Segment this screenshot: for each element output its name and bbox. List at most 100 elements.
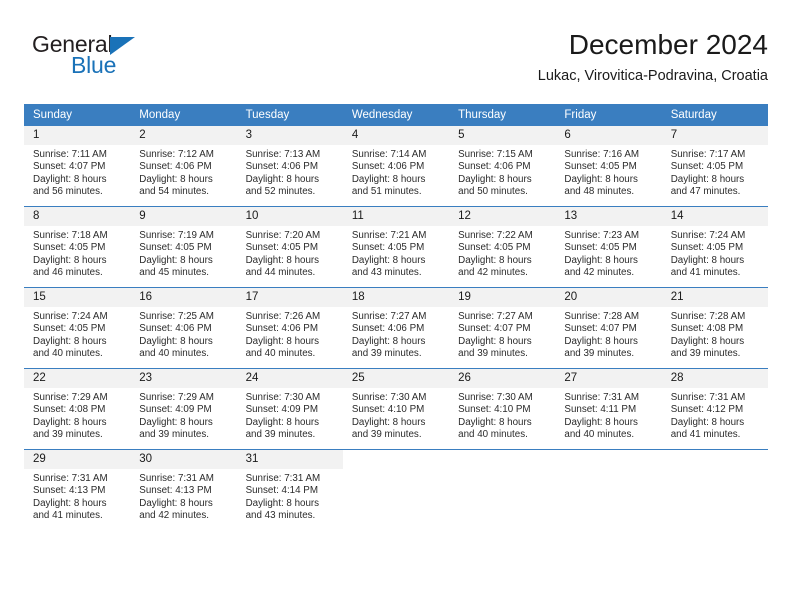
calendar-day-cell[interactable]: 21 Sunrise: 7:28 AM Sunset: 4:08 PM Dayligh… [661,287,768,369]
sunrise-text: Sunrise: 7:27 AM [458,311,533,322]
day-details: Sunrise: 7:31 AM Sunset: 4:13 PM Daylight:… [130,469,236,522]
sunset-text: Sunset: 4:08 PM [670,323,744,335]
calendar-day-cell[interactable]: 30 Sunrise: 7:31 AM Sunset: 4:13 PM Dayligh… [130,449,237,530]
weekday-header-saturday: Saturday [661,104,768,126]
daylight-text-line2: and 42 minutes. [139,509,209,521]
calendar-day-cell[interactable]: 22 Sunrise: 7:29 AM Sunset: 4:08 PM Dayligh… [24,368,131,450]
sunrise-text: Sunrise: 7:23 AM [564,230,640,241]
calendar-day-cell[interactable]: 14 Sunrise: 7:24 AM Sunset: 4:05 PM Dayligh… [661,206,768,288]
calendar-empty-cell [449,449,556,530]
sunset-text: Sunset: 4:09 PM [139,404,212,416]
calendar-day-cell[interactable]: 18 Sunrise: 7:27 AM Sunset: 4:06 PM Dayligh… [342,287,450,369]
sunset-text: Sunset: 4:11 PM [564,404,637,416]
day-number: 16 [130,288,237,307]
sunset-text: Sunset: 4:06 PM [245,161,318,173]
calendar-day-cell[interactable]: 19 Sunrise: 7:27 AM Sunset: 4:07 PM Dayligh… [449,287,556,369]
daylight-text-line1: Daylight: 8 hours [139,173,213,185]
daylight-text-line2: and 40 minutes. [33,347,103,359]
day-details: Sunrise: 7:30 AM Sunset: 4:09 PM Daylight:… [237,388,343,441]
daylight-text-line2: and 50 minutes. [458,185,528,197]
calendar-day-cell[interactable]: 6 Sunrise: 7:16 AM Sunset: 4:05 PM Daylight… [555,126,662,207]
calendar-day-cell[interactable]: 1 Sunrise: 7:11 AM Sunset: 4:07 PM Daylight… [24,126,131,207]
daylight-text-line2: and 39 minutes. [245,428,316,440]
day-number: 14 [661,207,768,226]
calendar-day-cell[interactable]: 26 Sunrise: 7:30 AM Sunset: 4:10 PM Dayligh… [449,368,556,450]
day-number: 25 [342,369,450,388]
day-details: Sunrise: 7:18 AM Sunset: 4:05 PM Daylight:… [24,226,130,279]
daylight-text-line1: Daylight: 8 hours [351,416,426,428]
calendar-day-cell[interactable]: 16 Sunrise: 7:25 AM Sunset: 4:06 PM Dayligh… [130,287,237,369]
daylight-text-line1: Daylight: 8 hours [670,254,745,266]
calendar-day-cell[interactable]: 31 Sunrise: 7:31 AM Sunset: 4:14 PM Dayligh… [236,449,343,530]
calendar-week-row: 1 Sunrise: 7:11 AM Sunset: 4:07 PM Daylight… [24,126,768,207]
daylight-text-line2: and 41 minutes. [670,428,741,440]
calendar-day-cell[interactable]: 12 Sunrise: 7:22 AM Sunset: 4:05 PM Dayligh… [449,206,556,288]
day-number: 8 [24,207,131,226]
daylight-text-line2: and 39 minutes. [564,347,635,359]
day-number: 11 [342,207,450,226]
daylight-text-line1: Daylight: 8 hours [564,335,638,347]
calendar-day-cell[interactable]: 27 Sunrise: 7:31 AM Sunset: 4:11 PM Dayligh… [555,368,662,450]
daylight-text-line1: Daylight: 8 hours [33,173,107,185]
sunrise-text: Sunrise: 7:31 AM [564,392,640,403]
day-details: Sunrise: 7:31 AM Sunset: 4:14 PM Daylight:… [237,469,343,522]
sunset-text: Sunset: 4:12 PM [670,404,744,416]
daylight-text-line2: and 39 minutes. [33,428,103,440]
calendar-day-cell[interactable]: 23 Sunrise: 7:29 AM Sunset: 4:09 PM Dayligh… [130,368,237,450]
calendar-day-cell[interactable]: 15 Sunrise: 7:24 AM Sunset: 4:05 PM Dayligh… [24,287,131,369]
daylight-text-line2: and 54 minutes. [139,185,209,197]
daylight-text-line1: Daylight: 8 hours [670,335,745,347]
calendar-day-cell[interactable]: 17 Sunrise: 7:26 AM Sunset: 4:06 PM Dayligh… [236,287,343,369]
calendar-day-cell[interactable]: 2 Sunrise: 7:12 AM Sunset: 4:06 PM Daylight… [130,126,237,207]
calendar-day-cell[interactable]: 10 Sunrise: 7:20 AM Sunset: 4:05 PM Dayligh… [236,206,343,288]
day-details: Sunrise: 7:30 AM Sunset: 4:10 PM Daylight:… [343,388,449,441]
weekday-header-tuesday: Tuesday [236,104,343,126]
daylight-text-line2: and 40 minutes. [245,347,316,359]
daylight-text-line2: and 48 minutes. [564,185,635,197]
daylight-text-line1: Daylight: 8 hours [245,173,320,185]
daylight-text-line1: Daylight: 8 hours [670,416,745,428]
day-number: 2 [130,126,237,145]
sunset-text: Sunset: 4:06 PM [351,161,425,173]
day-details: Sunrise: 7:23 AM Sunset: 4:05 PM Daylight:… [555,226,661,279]
calendar-day-cell[interactable]: 11 Sunrise: 7:21 AM Sunset: 4:05 PM Dayligh… [342,206,450,288]
calendar-day-cell[interactable]: 7 Sunrise: 7:17 AM Sunset: 4:05 PM Daylight… [661,126,768,207]
calendar-day-cell[interactable]: 3 Sunrise: 7:13 AM Sunset: 4:06 PM Daylight… [236,126,343,207]
sunset-text: Sunset: 4:06 PM [139,323,212,335]
weekday-header-wednesday: Wednesday [342,104,450,126]
sunrise-text: Sunrise: 7:26 AM [245,311,321,322]
calendar-day-cell[interactable]: 8 Sunrise: 7:18 AM Sunset: 4:05 PM Daylight… [24,206,131,288]
sunset-text: Sunset: 4:10 PM [351,404,425,416]
calendar-day-cell[interactable]: 25 Sunrise: 7:30 AM Sunset: 4:10 PM Dayligh… [342,368,450,450]
daylight-text-line2: and 51 minutes. [351,185,422,197]
calendar-day-cell[interactable]: 29 Sunrise: 7:31 AM Sunset: 4:13 PM Dayligh… [24,449,131,530]
calendar-day-cell[interactable]: 5 Sunrise: 7:15 AM Sunset: 4:06 PM Daylight… [449,126,556,207]
calendar-day-cell[interactable]: 24 Sunrise: 7:30 AM Sunset: 4:09 PM Dayligh… [236,368,343,450]
daylight-text-line2: and 39 minutes. [458,347,528,359]
calendar-day-cell[interactable]: 9 Sunrise: 7:19 AM Sunset: 4:05 PM Daylight… [130,206,237,288]
calendar-empty-cell [555,449,662,530]
daylight-text-line1: Daylight: 8 hours [351,335,426,347]
calendar-day-cell[interactable]: 4 Sunrise: 7:14 AM Sunset: 4:06 PM Daylight… [342,126,450,207]
daylight-text-line1: Daylight: 8 hours [351,254,426,266]
day-number: 17 [236,288,343,307]
daylight-text-line1: Daylight: 8 hours [564,254,638,266]
sunset-text: Sunset: 4:05 PM [351,242,425,254]
day-number [342,450,450,469]
sunset-text: Sunset: 4:05 PM [564,242,637,254]
calendar-day-cell[interactable]: 28 Sunrise: 7:31 AM Sunset: 4:12 PM Dayligh… [661,368,768,450]
day-details: Sunrise: 7:21 AM Sunset: 4:05 PM Daylight:… [343,226,449,279]
sunrise-text: Sunrise: 7:29 AM [33,392,108,403]
sunrise-text: Sunrise: 7:21 AM [351,230,427,241]
day-number: 18 [342,288,450,307]
day-number: 13 [555,207,662,226]
daylight-text-line1: Daylight: 8 hours [458,173,532,185]
title-block: December 2024 Lukac, Virovitica-Podravin… [538,28,768,85]
calendar-day-cell[interactable]: 13 Sunrise: 7:23 AM Sunset: 4:05 PM Dayligh… [555,206,662,288]
day-details: Sunrise: 7:15 AM Sunset: 4:06 PM Daylight:… [449,145,555,198]
day-number: 27 [555,369,662,388]
day-number: 21 [661,288,768,307]
sunrise-text: Sunrise: 7:12 AM [139,149,214,160]
daylight-text-line2: and 43 minutes. [351,266,422,278]
calendar-day-cell[interactable]: 20 Sunrise: 7:28 AM Sunset: 4:07 PM Dayligh… [555,287,662,369]
